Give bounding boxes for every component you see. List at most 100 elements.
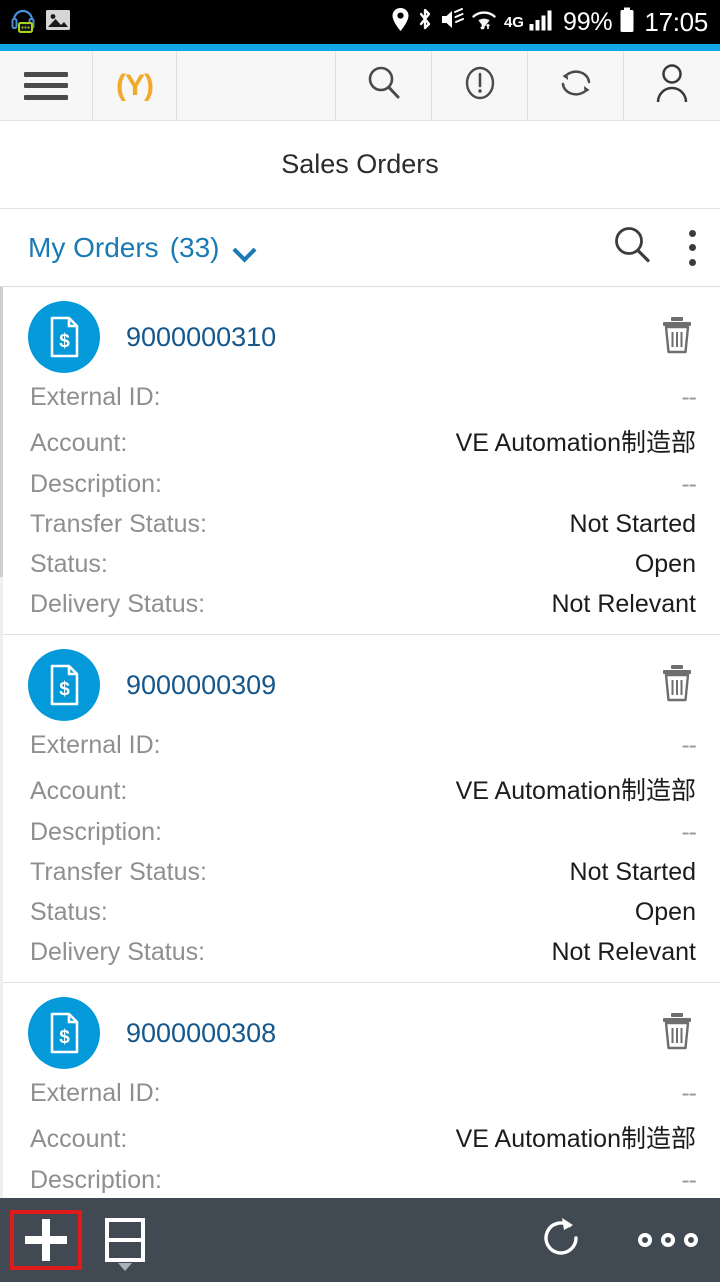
field-label: Account: [30,429,128,457]
field-row-external-id: External ID: -- [28,1073,697,1113]
card-header: $ 9000000308 [28,997,696,1069]
field-label: Description: [30,818,162,846]
field-label: External ID: [30,731,161,759]
signal-bars-icon [529,8,556,36]
document-dollar-icon: $ [28,997,100,1069]
field-value: Open [634,550,696,578]
field-value: -- [681,731,697,759]
field-value: Open [634,898,696,926]
field-row-account: Account: VE Automation制造部 [28,417,696,464]
battery-percent-label: 99% [562,7,613,36]
headset-support-icon [10,6,36,39]
status-bar-indicators: 4G 99% 17:05 [391,7,708,38]
list-item[interactable]: $ 9000000309 External ID: -- Account: VE… [0,635,720,983]
more-dot [684,1233,698,1247]
field-value: Not Relevant [551,938,696,966]
refresh-sync-icon [555,63,597,108]
field-row-status: Status: Open [28,892,696,932]
field-value: VE Automation制造部 [455,429,696,457]
list-item[interactable]: $ 9000000310 External ID: -- Account: VE… [0,287,720,635]
hamburger-menu-button[interactable] [0,51,93,120]
field-row-account: Account: VE Automation制造部 [28,1113,696,1160]
wifi-icon [471,9,497,36]
card-header: $ 9000000310 [28,301,696,373]
field-label: External ID: [30,383,161,411]
delete-order-button[interactable] [658,662,696,709]
exclamation-circle-icon [460,63,500,108]
scrollbar-thumb[interactable] [0,287,3,577]
scrollbar-track[interactable] [0,287,3,1198]
field-row-description: Description: -- [28,464,697,504]
kebab-menu-button[interactable] [688,229,696,266]
kebab-dot [688,229,696,237]
field-row-external-id: External ID: -- [28,725,697,765]
card-header: $ 9000000309 [28,649,696,721]
field-row-account: Account: VE Automation制造部 [28,765,696,812]
more-dot [661,1233,675,1247]
user-profile-icon [652,62,692,109]
filter-count: (33) [169,231,220,263]
field-value: Not Started [569,510,696,538]
bluetooth-icon [417,7,433,37]
search-icon [364,63,404,108]
page-title-bar: Sales Orders [0,121,720,209]
field-label: Delivery Status: [30,938,206,966]
chevron-down-icon [234,242,256,254]
split-layout-icon [105,1218,145,1262]
sales-order-list[interactable]: $ 9000000310 External ID: -- Account: VE… [0,287,720,1198]
more-options-button[interactable] [638,1233,698,1247]
field-value: -- [681,1079,697,1107]
list-header-actions [610,223,696,272]
document-dollar-icon: $ [28,301,100,373]
app-logo-button[interactable]: (Y) [93,51,177,120]
delete-order-button[interactable] [658,314,696,361]
field-label: Description: [30,470,162,498]
add-order-button[interactable] [10,1210,82,1270]
field-label: Status: [30,550,108,578]
document-dollar-icon: $ [28,649,100,721]
field-row-transfer-status: Transfer Status: Not Started [28,852,696,892]
mobile-screen: 4G 99% 17:05 (Y) Sales Orders My Orders … [0,0,720,1282]
accent-line [0,44,720,51]
list-item[interactable]: $ 9000000308 External ID: -- Account: VE… [0,983,720,1198]
android-status-bar: 4G 99% 17:05 [0,0,720,44]
bottom-bar-left-actions [10,1210,160,1271]
field-value: VE Automation制造部 [455,1125,696,1153]
field-label: Delivery Status: [30,590,206,618]
field-value: -- [681,470,697,498]
field-value: Not Started [569,858,696,886]
svg-text:$: $ [59,1027,70,1048]
order-id-link[interactable]: 9000000310 [126,322,276,353]
toolbar-alert-button[interactable] [432,51,528,120]
hamburger-menu-icon [24,71,68,100]
field-value: -- [681,383,697,411]
network-type-label: 4G [503,13,524,31]
more-dot [638,1233,652,1247]
list-search-button[interactable] [610,223,654,272]
location-pin-icon [391,7,410,37]
app-toolbar: (Y) [0,51,720,121]
order-id-link[interactable]: 9000000309 [126,670,276,701]
filter-selector[interactable]: My Orders (33) [28,232,256,264]
field-row-transfer-status: Transfer Status: Not Started [28,504,696,544]
kebab-dot [688,244,696,251]
field-value: -- [681,818,697,846]
chevron-down-icon [118,1263,132,1271]
field-row-external-id: External ID: -- [28,377,697,417]
field-label: Transfer Status: [30,858,207,886]
toolbar-spacer [177,51,336,120]
gallery-image-icon [45,8,71,37]
order-id-link[interactable]: 9000000308 [126,1018,276,1049]
delete-order-button[interactable] [658,1010,696,1057]
kebab-dot [688,258,696,266]
refresh-button[interactable] [538,1214,586,1267]
svg-text:$: $ [59,331,70,352]
toolbar-sync-button[interactable] [528,51,624,120]
field-row-delivery-status: Delivery Status: Not Relevant [28,932,696,972]
volume-mute-icon [440,8,464,36]
toolbar-search-button[interactable] [336,51,432,120]
field-value: Not Relevant [551,590,696,618]
toolbar-profile-button[interactable] [624,51,720,120]
field-value: -- [681,1166,697,1194]
layout-toggle-button[interactable] [90,1211,160,1271]
